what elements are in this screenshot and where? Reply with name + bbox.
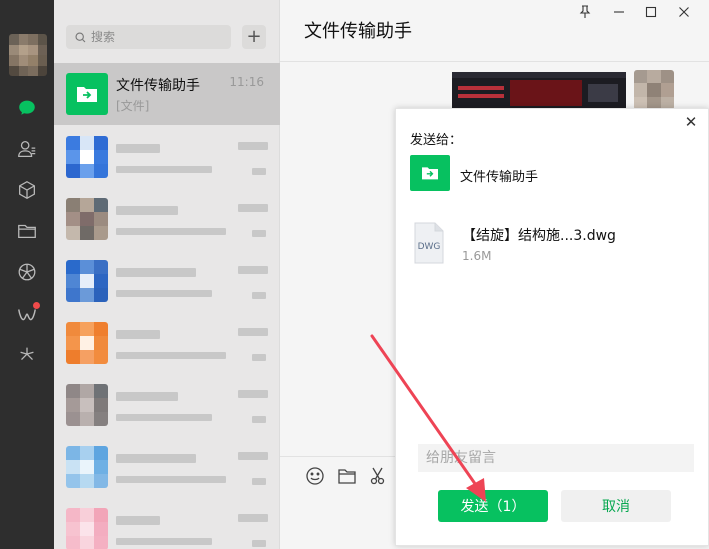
message-image[interactable] (452, 72, 626, 108)
blurred-text (252, 292, 266, 299)
file-transfer-avatar (66, 73, 108, 115)
chat-item-file-transfer[interactable]: 文件传输助手 11:16 [文件] (54, 63, 280, 125)
list-item[interactable] (54, 126, 280, 188)
blurred-text (116, 268, 196, 277)
emoji-icon[interactable] (304, 465, 326, 487)
sparkle-icon[interactable] (14, 342, 40, 368)
my-avatar[interactable] (634, 70, 674, 110)
list-item[interactable] (54, 250, 280, 312)
cube-icon[interactable] (14, 177, 40, 203)
message-input[interactable] (418, 444, 694, 472)
file-type-label: DWG (418, 242, 441, 252)
folder-arrow-icon (77, 87, 97, 102)
search-box[interactable] (66, 25, 231, 49)
blurred-text (116, 330, 160, 339)
blurred-text (252, 230, 266, 237)
blurred-text (116, 476, 226, 483)
search-icon (75, 31, 86, 42)
blurred-text (116, 414, 212, 421)
recipient-name: 文件传输助手 (460, 170, 539, 185)
minimize-icon[interactable] (608, 3, 630, 21)
blurred-text (238, 452, 268, 460)
folder-icon[interactable] (336, 465, 358, 487)
blurred-text (116, 392, 178, 401)
chat-preview: [文件] (116, 99, 150, 113)
blurred-text (116, 228, 226, 235)
dwg-file-icon: DWG (414, 222, 444, 264)
pin-icon[interactable] (574, 3, 596, 21)
blurred-text (116, 206, 178, 215)
contact-avatar (66, 322, 108, 364)
weixin-icon[interactable] (14, 302, 40, 328)
blurred-text (238, 204, 268, 212)
blurred-text (116, 516, 160, 525)
send-button[interactable]: 发送（1） (438, 490, 548, 522)
folder-icon[interactable] (14, 218, 40, 244)
blurred-text (238, 266, 268, 274)
search-input[interactable] (91, 30, 221, 44)
chat-list: + 文件传输助手 11:16 [文件] (54, 0, 280, 549)
blurred-text (252, 168, 266, 175)
dialog-title: 发送给： (410, 133, 463, 148)
chat-time: 11:16 (229, 75, 264, 89)
file-size: 1.6M (462, 249, 492, 263)
notification-dot (33, 302, 40, 309)
contact-avatar (66, 136, 108, 178)
divider (280, 61, 709, 62)
list-item[interactable] (54, 498, 280, 549)
moments-icon[interactable] (14, 259, 40, 285)
folder-arrow-icon (422, 167, 438, 180)
contact-avatar (66, 384, 108, 426)
list-item[interactable] (54, 188, 280, 250)
nav-rail (0, 0, 54, 549)
blurred-text (252, 354, 266, 361)
blurred-text (116, 144, 160, 153)
blurred-text (238, 142, 268, 150)
blurred-text (116, 166, 212, 173)
scissors-icon[interactable] (368, 465, 390, 487)
list-item[interactable] (54, 374, 280, 436)
list-item[interactable] (54, 312, 280, 374)
chat-icon[interactable] (14, 95, 40, 121)
cancel-button[interactable]: 取消 (561, 490, 671, 522)
send-dialog: ✕ 发送给： 文件传输助手 DWG 【结旋】结构施...3.dwg 1.6M 发… (395, 108, 709, 546)
contacts-icon[interactable] (14, 136, 40, 162)
maximize-icon[interactable] (640, 3, 662, 21)
blurred-text (238, 390, 268, 398)
recipient-avatar (410, 155, 450, 191)
contact-avatar (66, 446, 108, 488)
blurred-text (116, 538, 212, 545)
blurred-text (252, 416, 266, 423)
blurred-text (252, 478, 266, 485)
close-icon[interactable] (673, 3, 695, 21)
blurred-text (238, 328, 268, 336)
blurred-text (116, 352, 226, 359)
contact-avatar (66, 198, 108, 240)
blurred-text (116, 290, 212, 297)
chat-title: 文件传输助手 (304, 21, 412, 42)
avatar[interactable] (9, 34, 47, 76)
blurred-text (252, 540, 266, 547)
blurred-text (116, 454, 196, 463)
contact-avatar (66, 260, 108, 302)
add-button[interactable]: + (242, 25, 266, 49)
dialog-close-icon[interactable]: ✕ (682, 113, 700, 131)
file-name: 【结旋】结构施...3.dwg (462, 228, 616, 244)
chat-name: 文件传输助手 (116, 78, 200, 94)
contact-avatar (66, 508, 108, 549)
blurred-text (238, 514, 268, 522)
list-item[interactable] (54, 436, 280, 498)
